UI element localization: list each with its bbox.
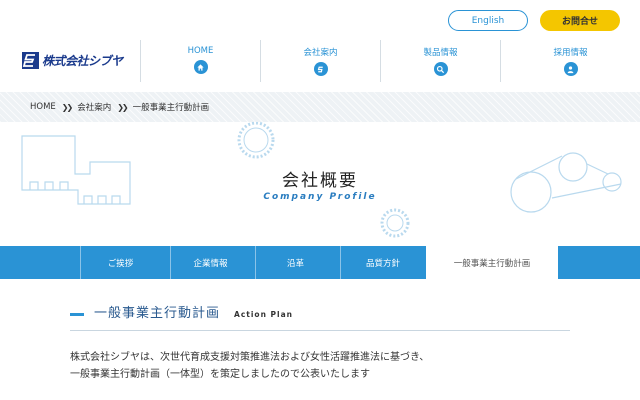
intro-line: 一般事業主行動計画（一体型）を策定しましたので公表いたします xyxy=(70,369,370,380)
subnav-item-greeting[interactable]: ご挨拶 xyxy=(80,246,160,279)
english-button[interactable]: English xyxy=(448,10,528,31)
chevron-right-icon: ❯❯ xyxy=(117,102,128,112)
page-subtitle: Company Profile xyxy=(263,192,377,202)
nav-label: 採用情報 xyxy=(553,48,588,58)
person-icon xyxy=(563,62,578,76)
chevron-right-icon: ❯❯ xyxy=(61,102,73,112)
logo[interactable]: 株式会社シブヤ xyxy=(22,52,123,69)
heading-accent-bar xyxy=(70,313,84,316)
global-nav: HOME 会社案内 製品情報 採用情報 xyxy=(140,40,640,82)
breadcrumb-company[interactable]: 会社案内 xyxy=(77,101,111,113)
subnav-item-action-plan[interactable]: 一般事業主行動計画 xyxy=(426,246,558,279)
intro-line: 株式会社シブヤは、次世代育成支援対策推進法および女性活躍推進法に基づき、 xyxy=(70,352,430,363)
page-title: 会社概要 xyxy=(282,171,358,191)
intro-text: 株式会社シブヤは、次世代育成支援対策推進法および女性活躍推進法に基づき、 一般事… xyxy=(70,349,590,383)
search-icon xyxy=(433,62,448,76)
section-title-en: Action Plan xyxy=(234,310,293,319)
hero-banner: 会社概要 Company Profile xyxy=(0,122,640,246)
nav-label: 製品情報 xyxy=(423,48,458,58)
nav-item-home[interactable]: HOME xyxy=(140,40,260,82)
nav-item-recruit[interactable]: 採用情報 xyxy=(500,40,640,82)
subnav-item-history[interactable]: 沿革 xyxy=(255,246,335,279)
logo-mark-icon xyxy=(22,52,39,69)
sub-nav: ご挨拶 企業情報 沿革 品質方針 一般事業主行動計画 xyxy=(0,246,640,279)
nav-item-company[interactable]: 会社案内 xyxy=(260,40,380,82)
nav-item-products[interactable]: 製品情報 xyxy=(380,40,500,82)
contact-button[interactable]: お問合せ xyxy=(540,10,620,31)
section-heading: 一般事業主行動計画 Action Plan xyxy=(70,305,570,331)
home-icon xyxy=(193,60,208,74)
subnav-item-quality-policy[interactable]: 品質方針 xyxy=(340,246,425,279)
nav-label: HOME xyxy=(187,46,214,56)
breadcrumb-home[interactable]: HOME xyxy=(30,102,56,112)
breadcrumb-current: 一般事業主行動計画 xyxy=(132,103,210,113)
nav-label: 会社案内 xyxy=(303,48,338,58)
company-icon xyxy=(313,62,328,76)
breadcrumb: HOME ❯❯ 会社案内 ❯❯ 一般事業主行動計画 xyxy=(0,92,640,122)
site-header: 株式会社シブヤ English お問合せ HOME 会社案内 製品情報 採用情報 xyxy=(0,0,640,92)
page: 株式会社シブヤ English お問合せ HOME 会社案内 製品情報 採用情報… xyxy=(0,0,640,400)
logo-text: 株式会社シブヤ xyxy=(42,54,123,68)
section-title: 一般事業主行動計画 xyxy=(94,306,221,321)
subnav-item-corporate-info[interactable]: 企業情報 xyxy=(170,246,250,279)
